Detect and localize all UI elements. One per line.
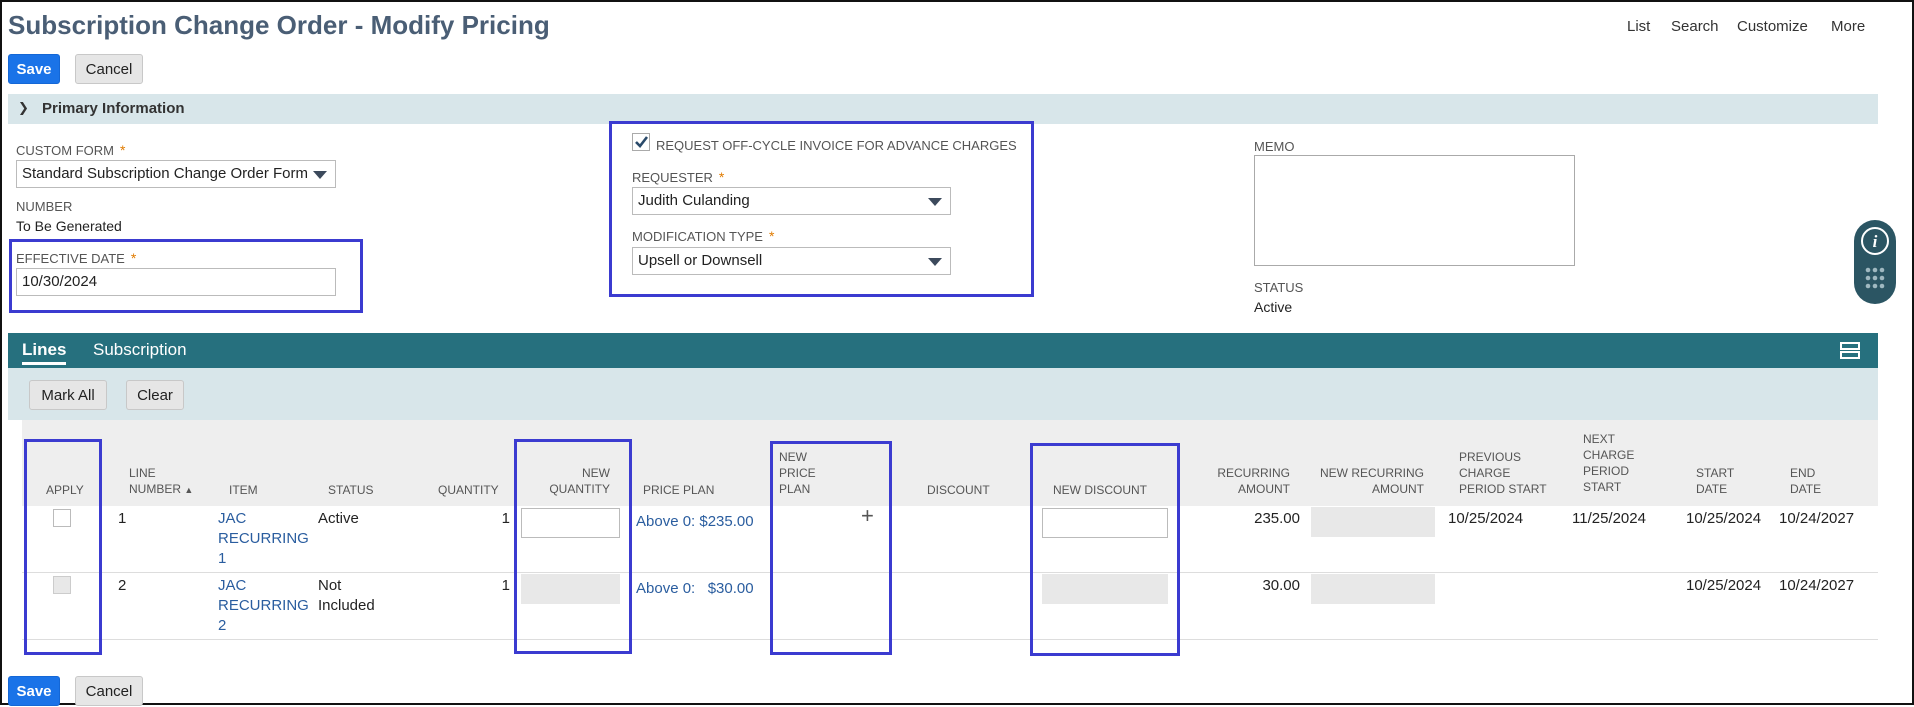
save-button[interactable]: Save [8,54,60,84]
price-plan-link[interactable]: Above 0: $30.00 [636,579,754,599]
status-label: STATUS [1254,280,1304,295]
clear-button[interactable]: Clear [126,380,184,410]
col-quantity[interactable]: QUANTITY [438,482,499,498]
new-recurring-amount-field [1311,574,1435,604]
number-label: NUMBER [16,199,73,214]
tab-lines[interactable]: Lines [22,340,67,365]
sort-ascending-icon: ▲ [184,485,194,495]
highlight-box-new-discount [1030,443,1180,656]
primary-information-header[interactable]: ❯ Primary Information [8,94,1878,124]
col-start-date[interactable]: START DATE [1696,465,1734,497]
col-new-recurring-amount[interactable]: NEW RECURRING AMOUNT [1320,465,1424,497]
number-value: To Be Generated [16,218,122,234]
recurring-amount-value: 235.00 [1254,510,1300,527]
highlight-box-new-quantity [514,439,632,654]
memo-textarea[interactable] [1254,155,1575,266]
lines-toolbar [8,368,1878,420]
svg-text:i: i [1873,232,1878,251]
previous-charge-period-start: 10/25/2024 [1448,510,1524,527]
next-charge-period-start: 11/25/2024 [1572,510,1646,527]
info-icon: i [1861,227,1889,289]
col-previous-charge-period-start[interactable]: PREVIOUS CHARGE PERIOD START [1459,449,1547,497]
nav-search-link[interactable]: Search [1671,18,1719,35]
memo-label: MEMO [1254,139,1295,154]
line-status: Active [318,510,359,527]
end-date-value: 10/24/2027 [1779,510,1855,527]
line-status: Not Included [318,577,375,614]
col-recurring-amount[interactable]: RECURRING AMOUNT [1200,465,1290,497]
col-discount[interactable]: DISCOUNT [927,482,990,498]
line-number: 1 [118,510,127,527]
row-divider [22,639,1878,640]
chevron-down-icon: ❯ [18,100,29,115]
tab-subscription[interactable]: Subscription [93,340,187,360]
highlight-box-apply [24,439,102,655]
new-recurring-amount-field [1311,507,1435,537]
col-end-date[interactable]: END DATE [1790,465,1821,497]
side-help-widget[interactable]: i [1854,220,1896,304]
line-number: 2 [118,577,127,594]
save-button-bottom[interactable]: Save [8,676,60,706]
end-date-value: 10/24/2027 [1779,577,1855,594]
highlight-box-request-fields [609,121,1034,297]
page-title: Subscription Change Order - Modify Prici… [8,10,550,40]
highlight-box-new-price-plan [770,441,892,655]
col-line-number[interactable]: LINE NUMBER ▲ [129,465,193,498]
layout-toggle-icon[interactable] [1840,342,1860,360]
item-link[interactable]: JAC RECURRING 2 [218,576,309,636]
quantity-value: 1 [501,577,510,594]
dropdown-caret-icon [313,171,327,179]
col-price-plan[interactable]: PRICE PLAN [643,482,714,498]
col-status[interactable]: STATUS [328,482,374,498]
col-next-charge-period-start[interactable]: NEXT CHARGE PERIOD START [1583,431,1634,495]
cancel-button[interactable]: Cancel [75,54,143,84]
nav-more-link[interactable]: More [1831,18,1865,35]
section-label: Primary Information [42,100,185,117]
cancel-button-bottom[interactable]: Cancel [75,676,143,706]
custom-form-label: CUSTOM FORM * [16,142,126,158]
quantity-value: 1 [501,510,510,527]
start-date-value: 10/25/2024 [1686,577,1762,594]
start-date-value: 10/25/2024 [1686,510,1762,527]
nav-list-link[interactable]: List [1627,18,1650,35]
recurring-amount-value: 30.00 [1262,577,1300,594]
tab-bar: Lines Subscription [8,333,1878,368]
mark-all-button[interactable]: Mark All [29,380,107,410]
col-item[interactable]: ITEM [229,482,258,498]
item-link[interactable]: JAC RECURRING 1 [218,509,309,569]
custom-form-select[interactable]: Standard Subscription Change Order Form [16,160,336,188]
status-value: Active [1254,299,1293,315]
highlight-box-effective-date [9,239,363,313]
nav-customize-link[interactable]: Customize [1737,18,1808,35]
price-plan-link[interactable]: Above 0: $235.00 [636,512,754,532]
